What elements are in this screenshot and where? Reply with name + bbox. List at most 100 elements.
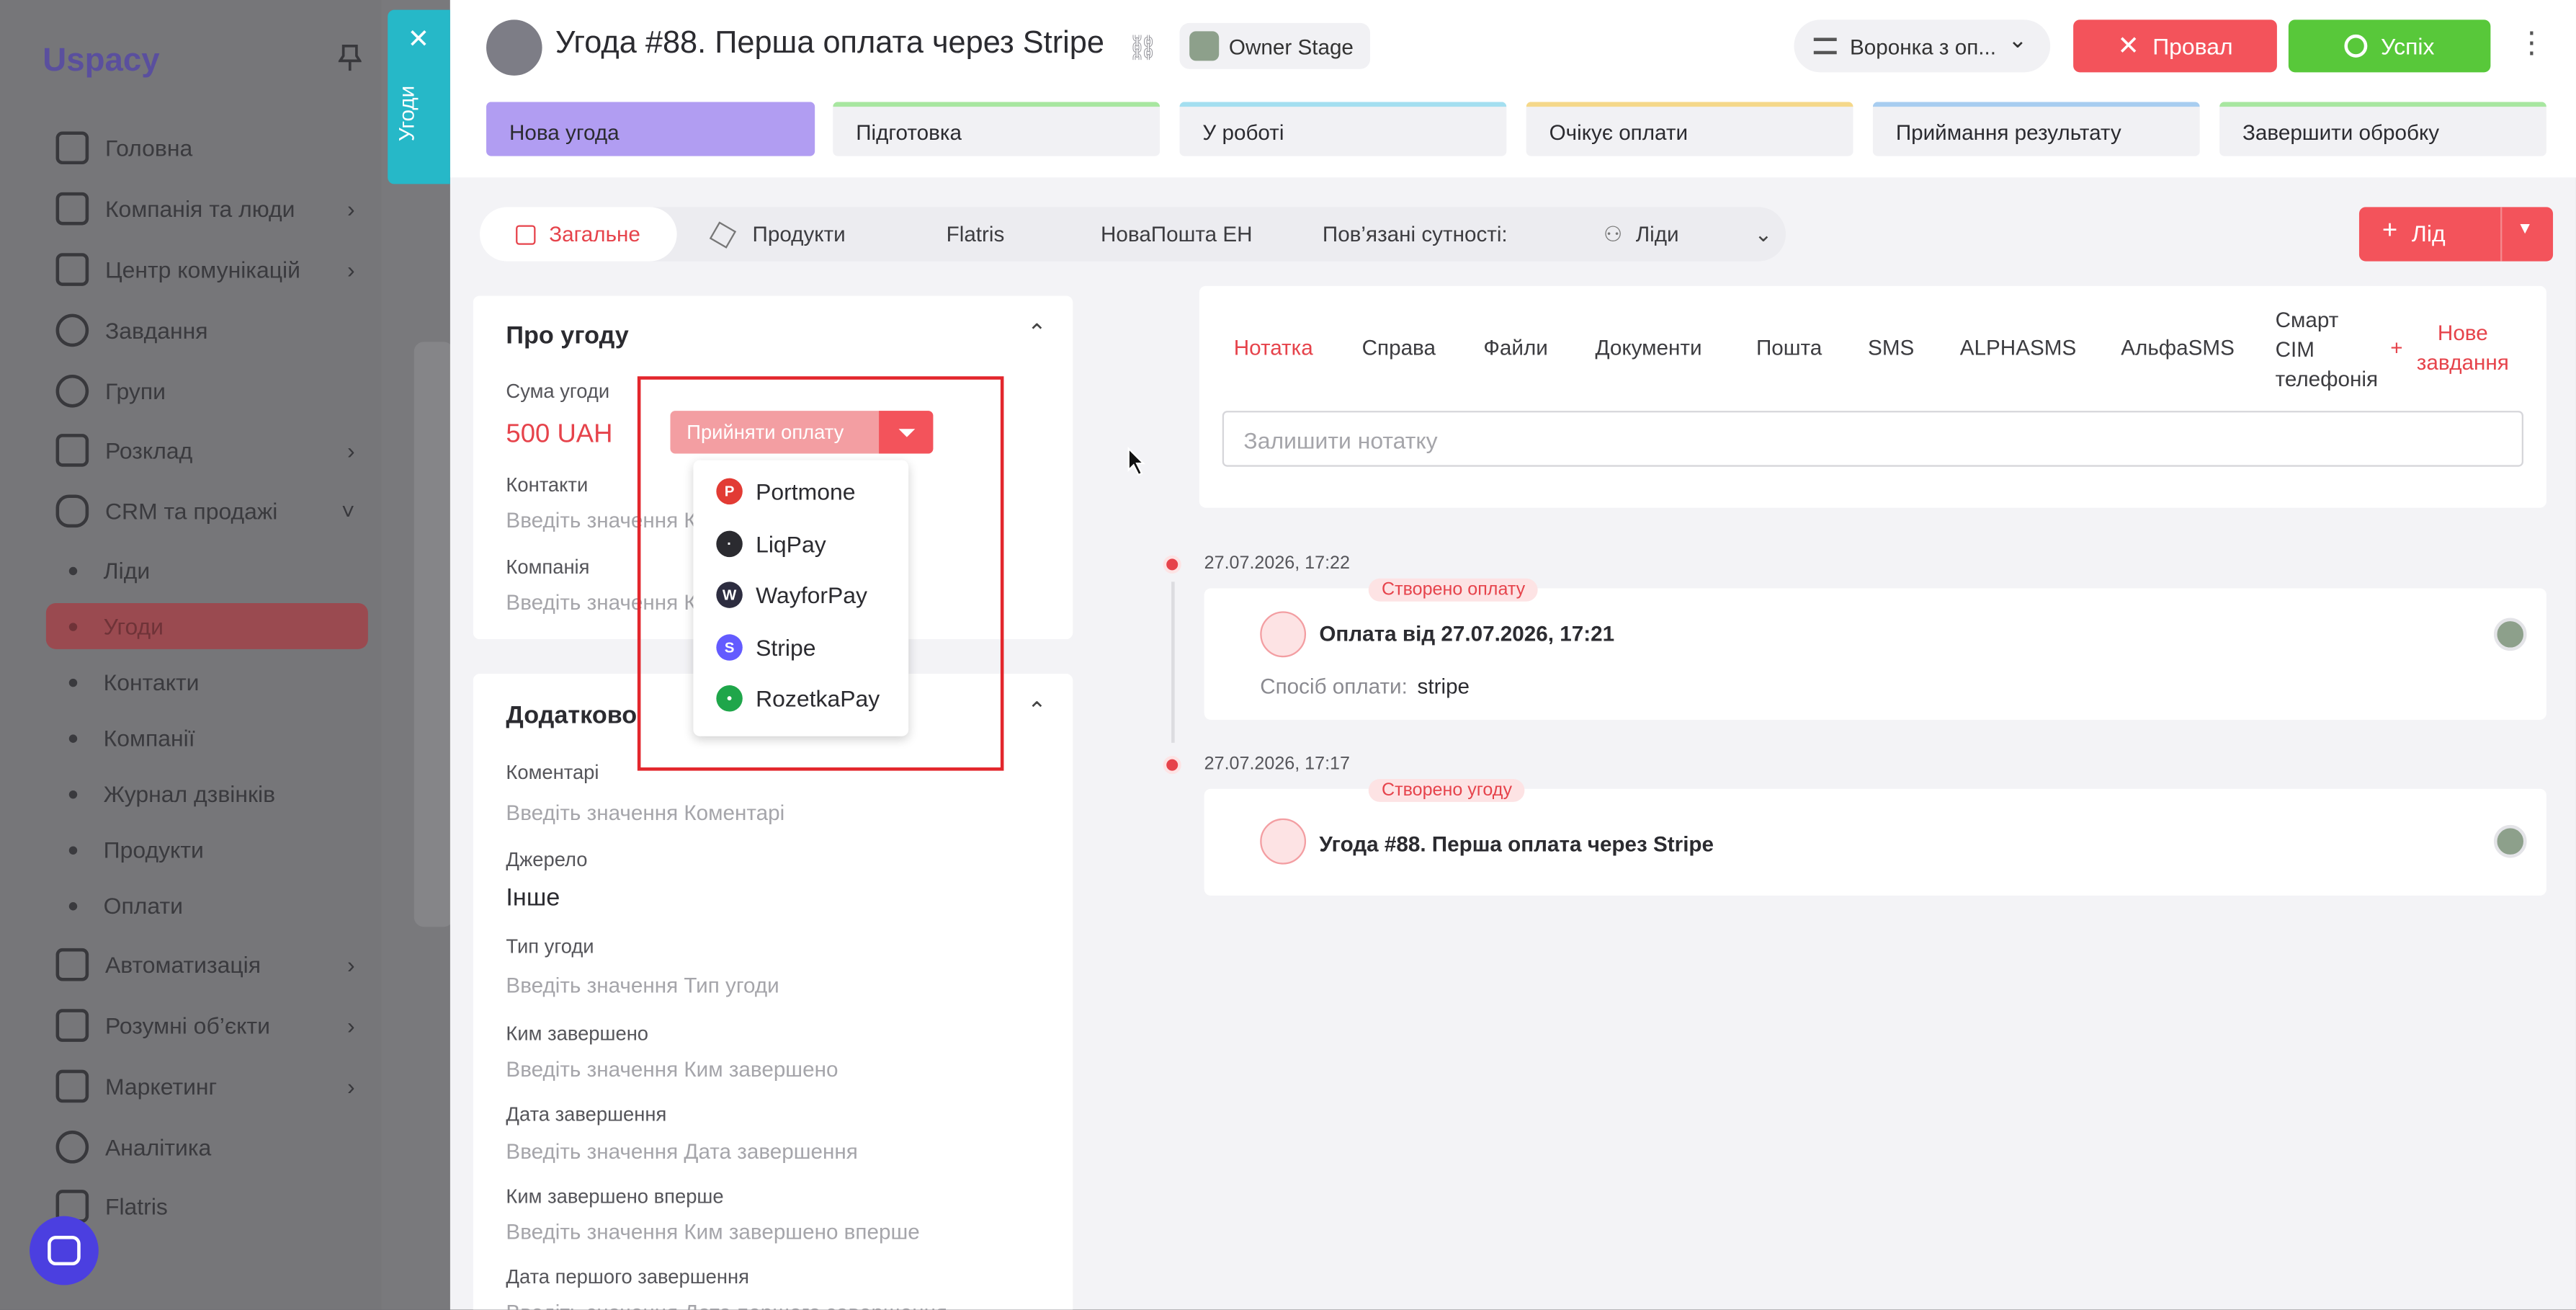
tab-mail[interactable]: Пошта <box>1756 335 1822 360</box>
owner-badge[interactable]: Owner Stage <box>1179 22 1370 69</box>
company-icon <box>55 192 89 226</box>
field-label: Дата завершення <box>506 1102 667 1126</box>
funnel-select[interactable]: Воронка з оп... ⌄ <box>1794 19 2051 73</box>
sidebar-sub-products[interactable]: Продукти <box>69 828 204 870</box>
related-entities-label: Пов’язані сутності: <box>1322 221 1508 247</box>
funnel-label: Воронка з оп... <box>1849 33 1997 58</box>
sum-value[interactable]: 500 UAH <box>506 421 612 450</box>
stage-in-progress[interactable]: У роботі <box>1179 102 1507 156</box>
payment-method-label: Спосіб оплати: <box>1260 674 1408 699</box>
source-field[interactable]: Інше <box>506 884 560 912</box>
sidebar-item-tasks[interactable]: Завдання <box>55 306 368 355</box>
stage-result-acceptance[interactable]: Приймання результату <box>1872 102 2200 156</box>
first-completed-date-field[interactable]: Введіть значення Дата першого завершення <box>506 1300 947 1310</box>
page-title: Угода #88. Перша оплата через Stripe <box>555 26 1104 61</box>
add-lead-button[interactable]: + Лід ▼ <box>2358 207 2554 262</box>
timeline-date: 27.07.2026, 17:22 <box>1204 553 1350 574</box>
fail-button[interactable]: ✕ Провал <box>2073 19 2277 73</box>
stage-finish[interactable]: Завершити обробку <box>2219 102 2546 156</box>
highlight-box <box>637 376 1004 771</box>
close-icon: ✕ <box>2117 32 2139 61</box>
home-icon <box>55 131 89 165</box>
tab-sms[interactable]: SMS <box>1868 335 1914 360</box>
timeline-dot <box>1163 756 1181 775</box>
completed-by-field[interactable]: Введіть значення Ким завершено <box>506 1056 838 1081</box>
sidebar-item-label: CRM та продажі <box>104 498 278 525</box>
pin-icon[interactable] <box>337 43 362 72</box>
sidebar-item-analytics[interactable]: Аналітика <box>55 1123 368 1172</box>
avatar <box>1189 31 1220 61</box>
tab-files[interactable]: Файли <box>1483 335 1547 360</box>
event-title[interactable]: Угода #88. Перша оплата через Stripe <box>1319 832 1714 856</box>
tab-products[interactable]: Продукти <box>709 207 846 261</box>
stage-awaiting-payment[interactable]: Очікує оплати <box>1526 102 1853 156</box>
database-icon <box>55 494 89 528</box>
event-badge: Створено угоду <box>1368 779 1526 802</box>
sidebar-item-crm[interactable]: CRM та продажі ˅ <box>55 486 368 535</box>
timeline-event-deal[interactable]: Створено угоду Угода #88. Перша оплата ч… <box>1204 779 2546 896</box>
sidebar-item-groups[interactable]: Групи <box>55 367 368 416</box>
related-leads-select[interactable]: ⚇ Ліди ⌄ <box>1604 207 1773 261</box>
sidebar-item-label: Головна <box>104 135 193 161</box>
sidebar-item-flatris[interactable]: Flatris <box>55 1182 368 1231</box>
tab-general[interactable]: Загальне <box>479 207 677 262</box>
stage-preparation[interactable]: Підготовка <box>833 102 1160 156</box>
note-input[interactable]: Залишити нотатку <box>1222 411 2524 467</box>
tab-note[interactable]: Нотатка <box>1234 335 1313 360</box>
sidebar-item-automation[interactable]: Автоматизація › <box>55 940 368 989</box>
sum-label: Сума угоди <box>506 379 610 403</box>
deal-type-field[interactable]: Введіть значення Тип угоди <box>506 973 779 997</box>
new-task-button[interactable]: + Нове завдання <box>2390 318 2509 378</box>
sidebar: Uspacy Головна Компанія та люди › Центр к… <box>0 0 382 1310</box>
tab-label: Загальне <box>549 221 640 247</box>
more-icon[interactable]: ⋮ <box>2517 26 2546 61</box>
chevron-up-icon[interactable]: ⌃ <box>1027 697 1047 725</box>
deals-side-tab[interactable]: ✕ Угоди <box>388 9 450 184</box>
sidebar-sub-payments[interactable]: Оплати <box>69 884 183 927</box>
comments-field[interactable]: Введіть значення Коментарі <box>506 801 784 825</box>
payment-method: Спосіб оплати: stripe <box>1260 674 1470 698</box>
event-title[interactable]: Оплата від 27.07.2026, 17:21 <box>1319 621 1614 646</box>
tab-documents[interactable]: Документи <box>1595 335 1701 360</box>
tab-alphasms[interactable]: ALPHASMS <box>1960 335 2076 360</box>
first-completed-by-field[interactable]: Введіть значення Ким завершено вперше <box>506 1219 919 1244</box>
chevron-up-icon[interactable]: ⌃ <box>1027 318 1047 347</box>
support-chat-button[interactable] <box>30 1216 99 1286</box>
success-button[interactable]: Успіх <box>2288 19 2491 73</box>
sidebar-sub-contacts[interactable]: Контакти <box>69 661 200 703</box>
sidebar-sub-deals[interactable]: Угоди <box>45 602 368 649</box>
tab-flatris[interactable]: Flatris <box>947 207 1005 261</box>
new-task-line: завдання <box>2416 349 2509 375</box>
marketing-icon <box>55 1069 89 1103</box>
stage-new-deal[interactable]: Нова угода <box>486 102 815 156</box>
sidebar-item-marketing[interactable]: Маркетинг › <box>55 1061 368 1110</box>
field-label: Коментарі <box>506 760 599 784</box>
smart-line: Смарт <box>2275 307 2339 332</box>
sidebar-item-home[interactable]: Головна <box>55 123 368 172</box>
completed-date-field[interactable]: Введіть значення Дата завершення <box>506 1139 857 1163</box>
plus-icon: + <box>2390 335 2403 360</box>
document-icon <box>516 224 536 244</box>
chat-bubble-icon <box>48 1236 81 1266</box>
sidebar-sub-companies[interactable]: Компанії <box>69 716 195 759</box>
tab-smart-sim[interactable]: Смарт СІМ телефонія <box>2276 306 2378 394</box>
task-icon <box>55 313 89 347</box>
tab-case[interactable]: Справа <box>1362 335 1436 360</box>
app-logo[interactable]: Uspacy <box>43 43 159 80</box>
tab-novaposhta[interactable]: НоваПошта ЕН <box>1101 207 1253 261</box>
sidebar-sub-leads[interactable]: Ліди <box>69 549 151 592</box>
sidebar-item-communications[interactable]: Центр комунікацій › <box>55 245 368 294</box>
caret-down-icon[interactable]: ▼ <box>2517 220 2533 239</box>
sidebar-item-schedule[interactable]: Розклад › <box>55 426 368 475</box>
sidebar-item-company[interactable]: Компанія та люди › <box>55 184 368 233</box>
sidebar-item-label: Flatris <box>104 1193 168 1220</box>
deal-icon <box>486 19 542 76</box>
tab-alfasms[interactable]: АльфаSMS <box>2121 335 2235 360</box>
timeline-event-payment[interactable]: Створено оплату Оплата від 27.07.2026, 1… <box>1204 578 2546 720</box>
lead-button-label: Лід <box>2411 220 2446 247</box>
bolt-icon <box>55 948 89 981</box>
sidebar-sub-call-log[interactable]: Журнал дзвінків <box>69 772 275 815</box>
extra-title: Додатково <box>506 701 638 730</box>
sidebar-item-smart-objects[interactable]: Розумні об’єкти › <box>55 1001 368 1050</box>
link-icon[interactable]: ⛓ <box>1127 33 1158 63</box>
